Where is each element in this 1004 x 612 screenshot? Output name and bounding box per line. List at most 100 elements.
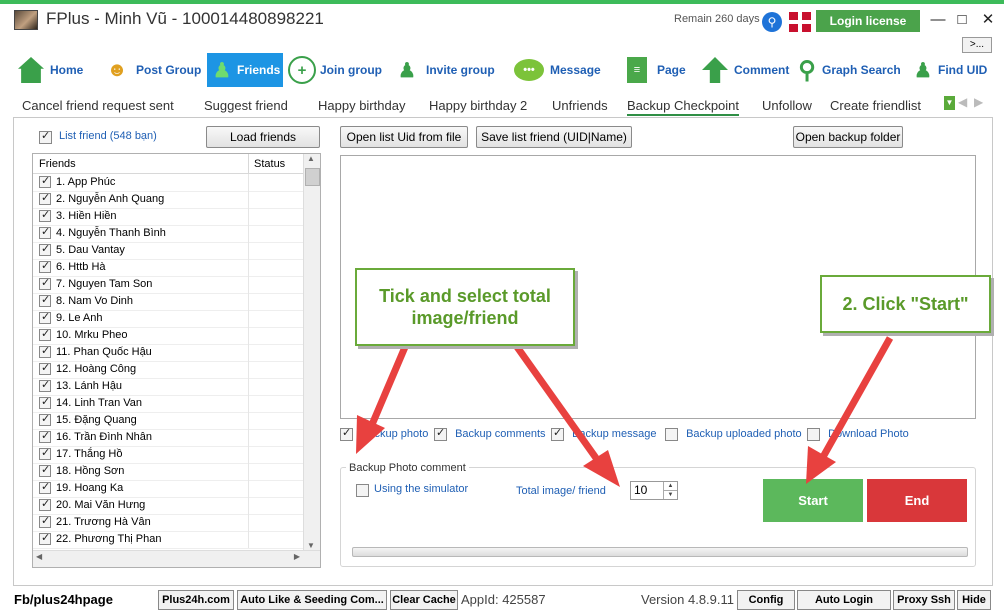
toolbar-message[interactable]: ••• Message <box>514 53 606 87</box>
friend-checkbox[interactable] <box>39 310 51 324</box>
tab-backup-checkpoint[interactable]: Backup Checkpoint <box>627 98 740 116</box>
list-item[interactable]: 9. Le Anh <box>33 310 303 328</box>
friend-checkbox[interactable] <box>39 208 51 222</box>
end-button[interactable]: End <box>867 479 967 522</box>
friend-checkbox[interactable] <box>39 497 51 511</box>
total-image-stepper[interactable]: 10 ▲ ▼ <box>630 481 678 500</box>
friend-checkbox[interactable] <box>39 463 51 477</box>
friend-checkbox[interactable] <box>39 344 51 358</box>
option-backup-comments[interactable]: Backup comments <box>434 426 546 441</box>
tab-happy-birthday[interactable]: Happy birthday <box>318 98 405 113</box>
tab-cancel-friend-request[interactable]: Cancel friend request sent <box>22 98 174 113</box>
clear-cache-button[interactable]: Clear Cache <box>390 590 458 610</box>
open-list-uid-button[interactable]: Open list Uid from file <box>340 126 468 148</box>
auto-login-button[interactable]: Auto Login <box>797 590 891 610</box>
list-item[interactable]: 4. Nguyễn Thanh Bình <box>33 225 303 243</box>
toolbar-graph-search[interactable]: ⚲ Graph Search <box>794 53 904 87</box>
expand-button[interactable]: >... <box>962 37 992 53</box>
toolbar-home[interactable]: Home <box>18 53 98 87</box>
uk-flag-icon[interactable] <box>789 12 811 32</box>
proxy-ssh-button[interactable]: Proxy Ssh <box>893 590 955 610</box>
list-item[interactable]: 7. Nguyen Tam Son <box>33 276 303 294</box>
minimize-icon[interactable]: — <box>926 8 950 32</box>
friend-checkbox[interactable] <box>39 412 51 426</box>
tab-happy-birthday-2[interactable]: Happy birthday 2 <box>429 98 527 113</box>
option-backup-photo[interactable]: Backup photo <box>340 426 428 441</box>
open-backup-folder-button[interactable]: Open backup folder <box>793 126 903 148</box>
friend-checkbox[interactable] <box>39 531 51 545</box>
list-vertical-scrollbar[interactable]: ▲ ▼ <box>303 154 320 550</box>
list-item[interactable]: 13. Lánh Hậu <box>33 378 303 396</box>
toolbar-invite-group[interactable]: ♟ Invite group <box>394 53 498 87</box>
friend-checkbox[interactable] <box>39 327 51 341</box>
list-item[interactable]: 10. Mrku Pheo <box>33 327 303 345</box>
scroll-right-icon[interactable]: ▶ <box>974 95 983 109</box>
friend-checkbox[interactable] <box>39 242 51 256</box>
list-item[interactable]: 15. Đặng Quang <box>33 412 303 430</box>
option-download-photo[interactable]: Download Photo <box>807 428 909 441</box>
backup-uploaded-photo-checkbox[interactable] <box>665 428 678 441</box>
friend-checkbox[interactable] <box>39 395 51 409</box>
toolbar-page[interactable]: ≡ Page <box>627 53 693 87</box>
hide-button[interactable]: Hide <box>957 590 991 610</box>
download-photo-checkbox[interactable] <box>807 428 820 441</box>
backup-comments-checkbox[interactable] <box>434 426 447 441</box>
list-item[interactable]: 19. Hoang Ka <box>33 480 303 498</box>
list-item[interactable]: 20. Mai Văn Hưng <box>33 497 303 515</box>
toolbar-find-uid[interactable]: ♟ Find UID <box>910 53 1000 87</box>
dropdown-icon[interactable]: ▼ <box>944 96 955 110</box>
option-backup-uploaded-photo[interactable]: Backup uploaded photo <box>665 428 802 441</box>
toolbar-join-group[interactable]: + Join group <box>288 53 384 87</box>
start-button[interactable]: Start <box>763 479 863 522</box>
fb-page-link[interactable]: Fb/plus24hpage <box>14 592 113 607</box>
tab-create-friendlist[interactable]: Create friendlist <box>830 98 921 113</box>
tab-suggest-friend[interactable]: Suggest friend <box>204 98 288 113</box>
friend-checkbox[interactable] <box>39 378 51 392</box>
toolbar-post-group[interactable]: ☻ Post Group <box>104 53 204 87</box>
list-friend-checkbox[interactable] <box>39 129 52 144</box>
list-item[interactable]: 1. App Phúc <box>33 174 303 192</box>
friend-checkbox[interactable] <box>39 361 51 375</box>
list-item[interactable]: 14. Linh Tran Van <box>33 395 303 413</box>
login-license-button[interactable]: Login license <box>816 10 920 32</box>
auto-like-seeding-button[interactable]: Auto Like & Seeding Com... <box>237 590 387 610</box>
key-icon[interactable]: ⚲ <box>762 12 782 32</box>
total-image-value[interactable]: 10 <box>634 483 647 497</box>
toolbar-comment[interactable]: Comment <box>702 53 790 87</box>
friend-checkbox[interactable] <box>39 225 51 239</box>
friend-checkbox[interactable] <box>39 514 51 528</box>
list-item[interactable]: 22. Phương Thị Phan <box>33 531 303 549</box>
stepper-up-icon[interactable]: ▲ <box>663 482 677 491</box>
close-icon[interactable]: ✕ <box>976 8 1000 32</box>
list-item[interactable]: 16. Trần Đình Nhân <box>33 429 303 447</box>
tab-unfollow[interactable]: Unfollow <box>762 98 812 113</box>
list-item[interactable]: 21. Trương Hà Vân <box>33 514 303 532</box>
friends-list[interactable]: Friends Status 1. App Phúc 2. Nguyễn Anh … <box>32 153 321 568</box>
load-friends-button[interactable]: Load friends <box>206 126 320 148</box>
toolbar-friends[interactable]: ♟ Friends <box>207 53 283 87</box>
list-horizontal-scrollbar[interactable]: ◀ ▶ <box>33 550 320 567</box>
list-item[interactable]: 17. Thắng Hồ <box>33 446 303 464</box>
list-item[interactable]: 18. Hồng Sơn <box>33 463 303 481</box>
backup-message-checkbox[interactable] <box>551 426 564 441</box>
friend-checkbox[interactable] <box>39 293 51 307</box>
config-button[interactable]: Config <box>737 590 795 610</box>
friend-checkbox[interactable] <box>39 446 51 460</box>
save-list-friend-button[interactable]: Save list friend (UID|Name) <box>476 126 632 148</box>
list-item[interactable]: 2. Nguyễn Anh Quang <box>33 191 303 209</box>
list-item[interactable]: 5. Dau Vantay <box>33 242 303 260</box>
backup-photo-checkbox[interactable] <box>340 426 353 441</box>
list-item[interactable]: 3. Hiền Hiền <box>33 208 303 226</box>
plus24h-button[interactable]: Plus24h.com <box>158 590 234 610</box>
scroll-left-icon[interactable]: ◀ <box>958 95 967 109</box>
friend-checkbox[interactable] <box>39 276 51 290</box>
list-item[interactable]: 11. Phan Quốc Hậu <box>33 344 303 362</box>
list-item[interactable]: 6. Httb Hà <box>33 259 303 277</box>
friend-checkbox[interactable] <box>39 429 51 443</box>
tab-unfriends[interactable]: Unfriends <box>552 98 608 113</box>
list-item[interactable]: 8. Nam Vo Dinh <box>33 293 303 311</box>
friend-checkbox[interactable] <box>39 480 51 494</box>
friend-checkbox[interactable] <box>39 259 51 273</box>
simulator-checkbox[interactable] <box>356 484 369 497</box>
friend-checkbox[interactable] <box>39 191 51 205</box>
